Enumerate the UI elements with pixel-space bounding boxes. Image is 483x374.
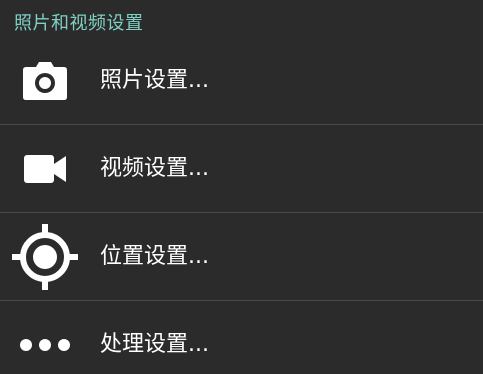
location-target-icon [6, 213, 84, 300]
video-camera-icon [6, 125, 84, 212]
more-dots-icon [6, 301, 84, 374]
section-header: 照片和视频设置 [14, 13, 144, 34]
camera-icon [6, 37, 84, 124]
processing-settings-item[interactable]: 处理设置... [0, 301, 483, 374]
processing-settings-label: 处理设置... [100, 332, 209, 357]
location-settings-label: 位置设置... [100, 244, 209, 269]
video-settings-item[interactable]: 视频设置... [0, 125, 483, 213]
video-settings-label: 视频设置... [100, 156, 209, 181]
photo-settings-label: 照片设置... [100, 68, 209, 93]
settings-screen: 照片和视频设置 照片设置... 视频设置... 位置设置... 处理设置... [0, 0, 483, 374]
settings-list: 照片设置... 视频设置... 位置设置... 处理设置... [0, 37, 483, 374]
photo-settings-item[interactable]: 照片设置... [0, 37, 483, 125]
location-settings-item[interactable]: 位置设置... [0, 213, 483, 301]
